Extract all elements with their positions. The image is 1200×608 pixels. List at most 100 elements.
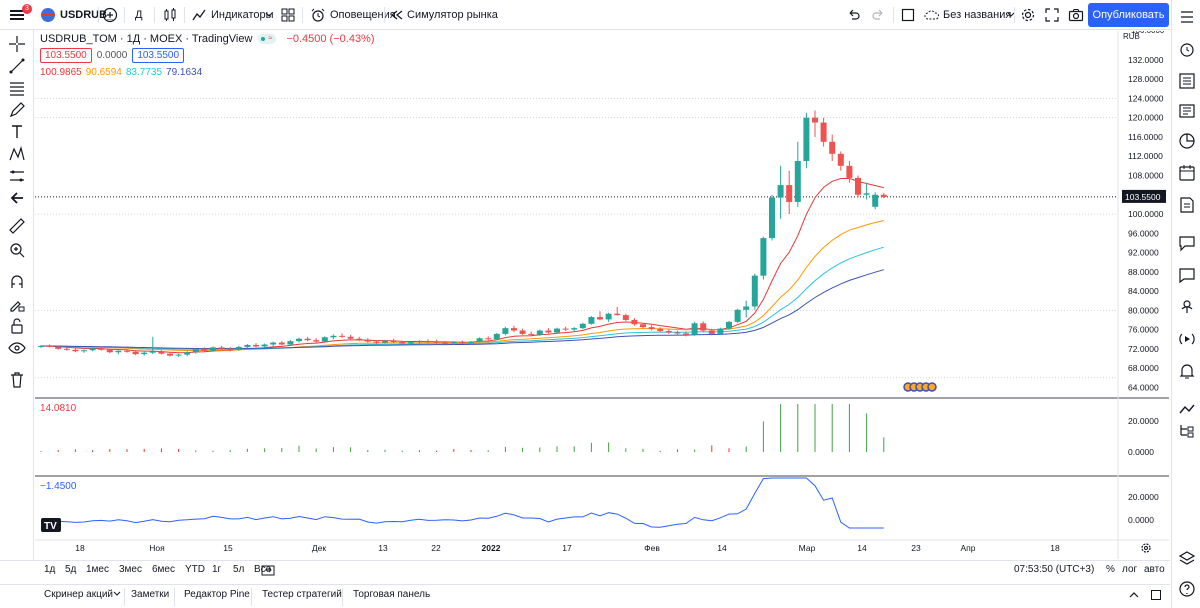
stay-in-drawing-tool[interactable] (7, 294, 27, 314)
log-toggle[interactable]: лог (1122, 564, 1137, 575)
timeframe-button[interactable]: 6мес (152, 564, 175, 575)
top-toolbar: 3 USDRUB_ Д Индикаторы Оповещения Симуля… (0, 0, 1200, 30)
trend-line-tool[interactable] (7, 56, 27, 76)
trade-button[interactable] (1176, 398, 1198, 420)
last-price-label: 103.5500 (1125, 192, 1161, 202)
fib-tool[interactable] (7, 78, 27, 98)
hotlists-button[interactable] (1176, 130, 1198, 152)
tab-pine-editor[interactable]: Редактор Pine (184, 589, 250, 600)
timeframe-button[interactable]: 1д (44, 564, 55, 575)
alerts-panel-button[interactable] (1176, 38, 1198, 60)
remove-drawings-tool[interactable] (7, 370, 27, 390)
price-axis[interactable]: RUB136.0000132.0000128.0000124.0000120.0… (1122, 31, 1166, 553)
candle-body (175, 354, 182, 356)
candle-body (158, 351, 165, 354)
pattern-tool[interactable] (7, 144, 27, 164)
tab-notes[interactable]: Заметки (131, 589, 169, 600)
timeframe-button[interactable]: 5д (65, 564, 76, 575)
lock-tool[interactable] (7, 316, 27, 336)
timeframe-button[interactable]: YTD (185, 564, 205, 575)
divider (98, 7, 99, 23)
undo-button[interactable] (846, 0, 860, 30)
collapse-panel-button[interactable] (1128, 589, 1140, 604)
streams-button[interactable] (1176, 294, 1198, 316)
price-tick: 124.0000 (1128, 93, 1164, 103)
fullscreen-button[interactable] (1045, 0, 1059, 30)
timeframe-button[interactable]: 1г (212, 564, 221, 575)
chart-type-button[interactable] (162, 0, 178, 30)
redo-button[interactable] (872, 0, 886, 30)
ask-price[interactable]: 103.5500 (132, 48, 185, 63)
snapshot-button[interactable] (1068, 0, 1084, 30)
axis-settings-gear-icon[interactable] (1141, 543, 1151, 553)
tab-trading-panel[interactable]: Торговая панель (353, 589, 430, 600)
candle-body (674, 332, 681, 334)
percent-toggle[interactable]: % (1106, 564, 1115, 575)
maximize-icon (1151, 590, 1161, 600)
object-tree-button[interactable] (1176, 420, 1198, 442)
brush-tool[interactable] (7, 100, 27, 120)
chart-area[interactable]: RUB136.0000132.0000128.0000124.0000120.0… (35, 31, 1169, 559)
bid-price[interactable]: 103.5500 (40, 48, 92, 63)
candle-body (244, 344, 251, 347)
replay-button[interactable]: Симулятор рынка (390, 0, 498, 30)
watchlist-button[interactable] (1176, 6, 1198, 28)
candle-body (149, 351, 156, 353)
time-axis[interactable]: 18 Ноя 15 Дек 13 22 2022 17 Фев 14 Мар 14 23 Апр 18 (75, 543, 1060, 553)
symbol-title[interactable]: USDRUB_TOM · 1Д · MOEX · TradingView (40, 33, 252, 45)
ruler-tool[interactable] (7, 216, 27, 236)
candle-body (356, 338, 363, 340)
timeframe-button[interactable]: 3мес (119, 564, 142, 575)
crosshair-tool[interactable] (7, 34, 27, 54)
magnet-tool[interactable] (7, 272, 27, 292)
notes-button[interactable] (1176, 194, 1198, 216)
layout-name-button[interactable]: Без названия (924, 0, 1011, 30)
interval-button[interactable]: Д (135, 0, 142, 30)
indicator-tick: 0.0000 (1128, 515, 1154, 525)
indicators-button[interactable]: Индикаторы (191, 0, 274, 30)
clock[interactable]: 07:53:50 (UTC+3) (1014, 564, 1094, 575)
candle-body (270, 342, 277, 345)
chats-button[interactable] (1176, 232, 1198, 254)
signals-button[interactable] (1176, 328, 1198, 350)
back-button[interactable] (7, 188, 27, 208)
pie-icon (1179, 133, 1195, 149)
menu-button[interactable]: 3 (8, 0, 32, 30)
publish-button[interactable]: Опубликовать (1088, 3, 1169, 27)
layouts-button[interactable] (280, 0, 296, 30)
help-button[interactable] (1176, 578, 1198, 600)
settings-button[interactable] (1020, 0, 1036, 30)
screener-dropdown[interactable] (112, 589, 122, 602)
candle-body (235, 346, 242, 350)
timeframe-button[interactable]: 5л (233, 564, 244, 575)
layout-box-button[interactable] (901, 0, 915, 30)
ideas-button[interactable] (1176, 264, 1198, 286)
timeframe-button[interactable]: 1мес (86, 564, 109, 575)
calendar-button[interactable] (1176, 162, 1198, 184)
indicators-dropdown[interactable] (264, 0, 274, 30)
trend-icon (1179, 404, 1195, 414)
earnings-events[interactable] (903, 382, 937, 392)
alerts-button[interactable]: Оповещения (310, 0, 396, 30)
news-button[interactable] (1176, 100, 1198, 122)
goto-date-button[interactable] (261, 564, 275, 579)
visibility-tool[interactable] (7, 338, 27, 358)
forecast-tool[interactable] (7, 166, 27, 186)
compare-button[interactable] (102, 0, 118, 30)
time-tick: 13 (378, 543, 388, 553)
text-tool[interactable] (7, 122, 27, 142)
trend-line-icon (9, 58, 25, 74)
layers-button[interactable] (1176, 548, 1198, 570)
tab-strategy-tester[interactable]: Тестер стратегий (262, 589, 342, 600)
auto-toggle[interactable]: авто (1144, 564, 1165, 575)
maximize-panel-button[interactable] (1150, 589, 1162, 604)
candle-body (528, 333, 535, 335)
time-tick: 15 (223, 543, 233, 553)
tab-screener[interactable]: Скринер акций (44, 589, 113, 600)
notifications-button[interactable] (1176, 360, 1198, 382)
candle-body (468, 341, 474, 344)
grid-icon (281, 8, 295, 22)
event-marker[interactable] (927, 382, 937, 392)
data-window-button[interactable] (1176, 70, 1198, 92)
zoom-tool[interactable] (7, 240, 27, 260)
